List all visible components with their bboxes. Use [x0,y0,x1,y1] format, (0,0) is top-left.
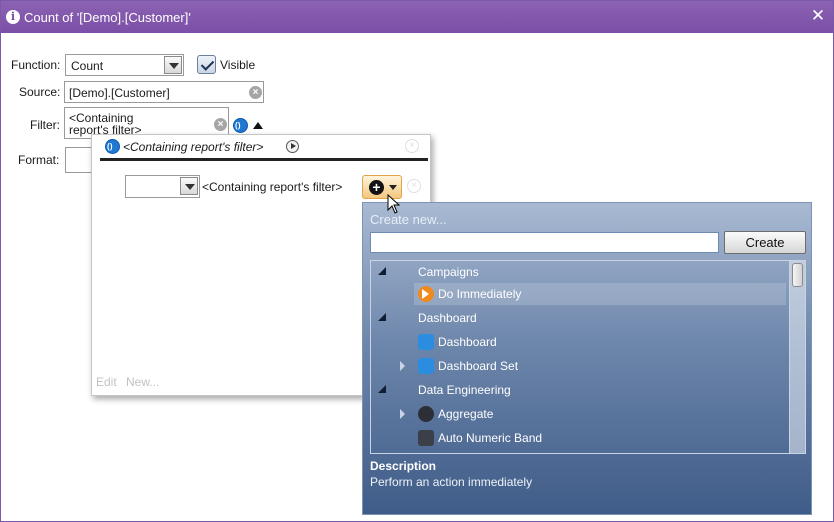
create-tree: Campaigns Do Immediately Dashboard Dashb… [370,260,806,454]
expression-icon[interactable] [233,118,248,133]
condition-select[interactable] [125,175,200,198]
plus-icon: + [369,180,384,195]
filter-popup-header: <Containing report's filter> [123,140,264,154]
numeric-band-icon [418,430,434,446]
tree-item-label: Auto Numeric Band [438,431,543,445]
close-icon[interactable]: ✕ [809,7,827,25]
remove-row-icon[interactable]: × [407,179,421,193]
function-select[interactable]: Count [65,54,184,76]
visible-label: Visible [220,58,256,72]
chevron-down-icon[interactable] [164,56,182,74]
format-label: Format: [18,153,60,167]
chevron-down-icon [389,185,397,190]
tree-item-dashboard-set[interactable]: Dashboard Set [371,355,789,377]
aggregate-icon [418,406,434,422]
filter-label: Filter: [30,118,60,132]
chevron-down-icon[interactable] [180,177,198,195]
tree-group-campaigns[interactable]: Campaigns [371,261,789,283]
window-title: Count of '[Demo].[Customer]' [24,10,191,25]
expression-icon [105,139,120,154]
mouse-cursor-icon [387,194,401,214]
clear-icon[interactable]: × [214,118,227,131]
dashboard-set-icon [418,358,434,374]
tree-item-label: Aggregate [438,407,494,421]
expand-triangle-icon[interactable] [378,313,386,321]
tree-item-label: Dashboard Set [438,359,519,373]
function-value: Count [71,59,104,73]
tree-group-data-engineering[interactable]: Data Engineering [371,379,789,401]
tree-item-label: Dashboard [438,335,497,349]
title-bar: i Count of '[Demo].[Customer]' ✕ [1,1,833,33]
tree-item-dashboard[interactable]: Dashboard [371,331,789,353]
tree-group-dashboard[interactable]: Dashboard [371,307,789,329]
action-arrow-icon [418,286,434,302]
expand-arrow-icon[interactable] [400,409,405,419]
create-button[interactable]: Create [724,231,806,254]
create-new-title: Create new... [370,212,447,227]
visible-checkbox[interactable] [197,55,216,74]
description-heading: Description [370,459,437,473]
function-label: Function: [11,58,61,72]
divider [100,158,428,161]
source-value: [Demo].[Customer] [69,86,170,100]
filter-row-label: <Containing report's filter> [202,180,343,194]
source-label: Source: [19,85,61,99]
expand-triangle-icon[interactable] [378,267,386,275]
scrollbar-thumb[interactable] [792,263,803,287]
tree-item-do-immediately[interactable]: Do Immediately [414,283,786,305]
new-link[interactable]: New... [126,375,159,389]
tree-item-auto-numeric-band[interactable]: Auto Numeric Band [371,427,789,449]
info-icon: i [6,10,20,24]
expand-arrow-icon[interactable] [400,361,405,371]
source-field[interactable]: [Demo].[Customer] × [64,81,264,103]
expand-triangle-icon[interactable] [378,385,386,393]
edit-link[interactable]: Edit [96,375,117,389]
create-search-input[interactable] [370,232,719,253]
tree-item-aggregate[interactable]: Aggregate [371,403,789,425]
create-new-panel: Create new... Create Campaigns Do Immedi… [362,202,812,515]
remove-icon[interactable]: × [405,139,419,153]
tree-scrollbar[interactable] [789,261,805,453]
description-text: Perform an action immediately [370,475,533,489]
tree-group-label: Campaigns [418,265,479,279]
dashboard-icon [418,334,434,350]
tree-item-label: Do Immediately [438,287,522,301]
tree-group-label: Dashboard [418,311,477,325]
tree-group-label: Data Engineering [418,383,511,397]
clear-icon[interactable]: × [249,86,262,99]
play-icon[interactable] [286,140,299,153]
collapse-up-icon[interactable] [253,122,263,129]
